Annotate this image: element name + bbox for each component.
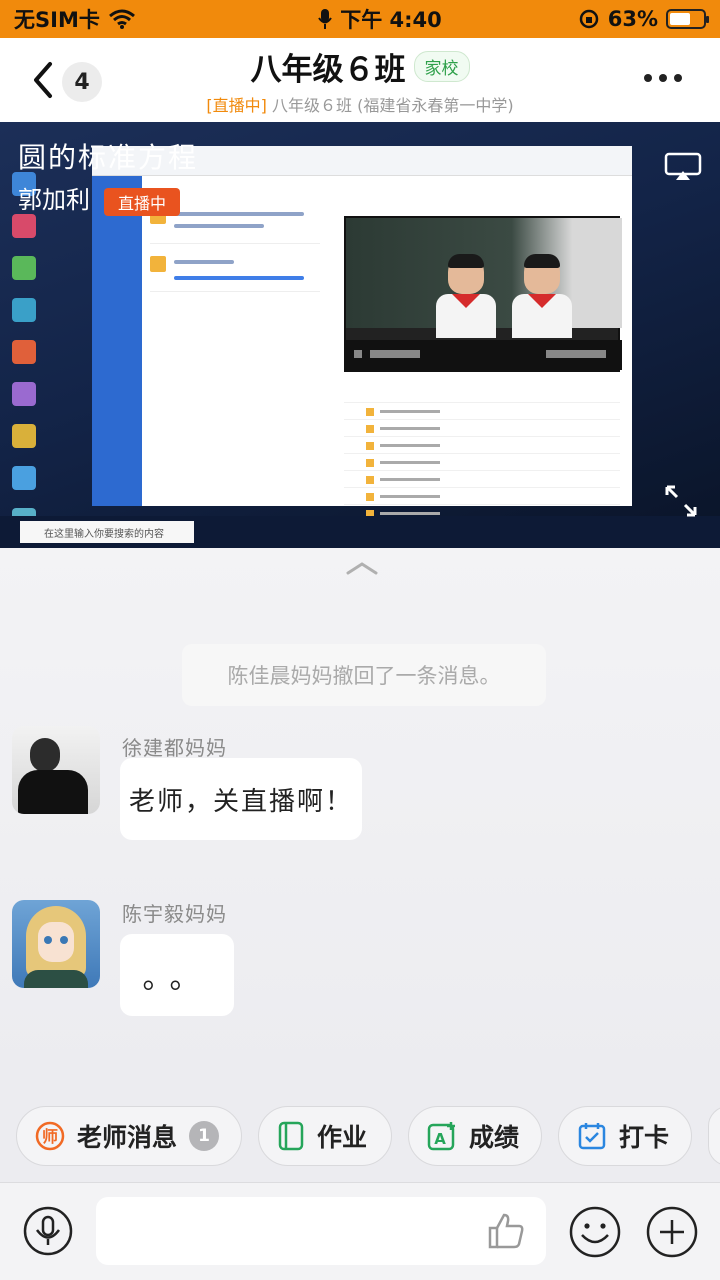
more-actions-button[interactable] — [708, 1106, 720, 1166]
unread-badge: 1 — [189, 1121, 220, 1151]
checkin-button[interactable]: 打卡 — [558, 1106, 692, 1166]
action-label: 成绩 — [469, 1123, 520, 1152]
fullscreen-icon[interactable] — [664, 484, 698, 518]
more-options-icon[interactable] — [644, 74, 682, 82]
wifi-icon — [108, 9, 135, 29]
live-badge: 直播中 — [104, 188, 181, 216]
sender-name: 徐建都妈妈 — [122, 736, 227, 760]
status-bar: 无SIM卡 下午 4:40 63% — [0, 0, 720, 38]
file-list — [344, 386, 620, 522]
action-label: 老师消息 — [77, 1123, 178, 1152]
avatar[interactable] — [12, 900, 100, 988]
message-input-bar — [0, 1182, 720, 1280]
embedded-video — [344, 216, 622, 372]
message-list[interactable]: 陈佳晨妈妈撤回了一条消息。 徐建都妈妈 老师，关直播啊！ 陈宇毅妈妈 。。 — [0, 548, 720, 1090]
page-title: 八年级６班 — [250, 52, 406, 88]
homework-icon — [278, 1121, 304, 1151]
clock: 下午 4:40 — [340, 8, 442, 32]
teacher-icon: 师 — [35, 1121, 65, 1151]
action-label: 打卡 — [619, 1123, 670, 1152]
lesson-title-overlay: 圆的标准方程 — [18, 141, 199, 174]
voice-input-icon[interactable] — [22, 1205, 74, 1257]
microphone-icon — [318, 9, 333, 29]
class-school-label: 八年级６班 (福建省永春第一中学) — [266, 96, 514, 115]
taskbar-search: 在这里输入你要搜索的内容 — [20, 521, 194, 543]
chevron-up-icon[interactable] — [344, 560, 380, 576]
sender-name: 陈宇毅妈妈 — [122, 902, 227, 926]
windows-taskbar: 在这里输入你要搜索的内容 — [0, 516, 720, 548]
action-label: 作业 — [317, 1123, 368, 1152]
message-input[interactable] — [96, 1197, 546, 1265]
homework-button[interactable]: 作业 — [258, 1106, 392, 1166]
page-subtitle: [直播中] 八年级６班 (福建省永春第一中学) — [0, 92, 720, 116]
checkin-icon — [578, 1123, 606, 1150]
desktop-icons — [6, 172, 76, 548]
svg-text:师: 师 — [42, 1127, 58, 1146]
teacher-messages-button[interactable]: 师 老师消息 1 — [16, 1106, 242, 1166]
svg-text:A: A — [434, 1130, 446, 1148]
live-status-label: [直播中] — [206, 96, 267, 115]
add-attachment-icon[interactable] — [645, 1205, 699, 1259]
live-video-player[interactable]: 在这里输入你要搜索的内容 圆的标准方程 郭加利 直播中 — [0, 122, 720, 548]
battery-percent: 63% — [607, 7, 658, 31]
teacher-name-overlay: 郭加利 — [18, 186, 90, 214]
emoji-icon[interactable] — [568, 1205, 622, 1259]
chat-header: 4 八年级６班 家校 [直播中] 八年级６班 (福建省永春第一中学) — [0, 38, 720, 122]
message-bubble[interactable]: 老师，关直播啊！ — [120, 758, 362, 840]
avatar[interactable] — [12, 726, 100, 814]
rotation-lock-icon — [579, 9, 598, 29]
airplay-icon[interactable] — [664, 152, 702, 182]
recalled-message-notice: 陈佳晨妈妈撤回了一条消息。 — [182, 644, 546, 706]
carrier-label: 无SIM卡 — [14, 8, 100, 32]
quick-actions-bar: 师 老师消息 1 作业 A 成绩 打卡 — [0, 1090, 720, 1182]
grades-button[interactable]: A 成绩 — [408, 1106, 542, 1166]
title-row: 八年级６班 家校 — [0, 44, 720, 89]
thumbs-up-icon[interactable] — [486, 1211, 526, 1251]
screen-share-desktop: 在这里输入你要搜索的内容 — [0, 122, 720, 548]
message-bubble[interactable]: 。。 — [120, 934, 234, 1016]
group-type-tag: 家校 — [413, 51, 470, 82]
battery-icon — [666, 9, 709, 29]
grades-icon: A — [427, 1122, 455, 1151]
